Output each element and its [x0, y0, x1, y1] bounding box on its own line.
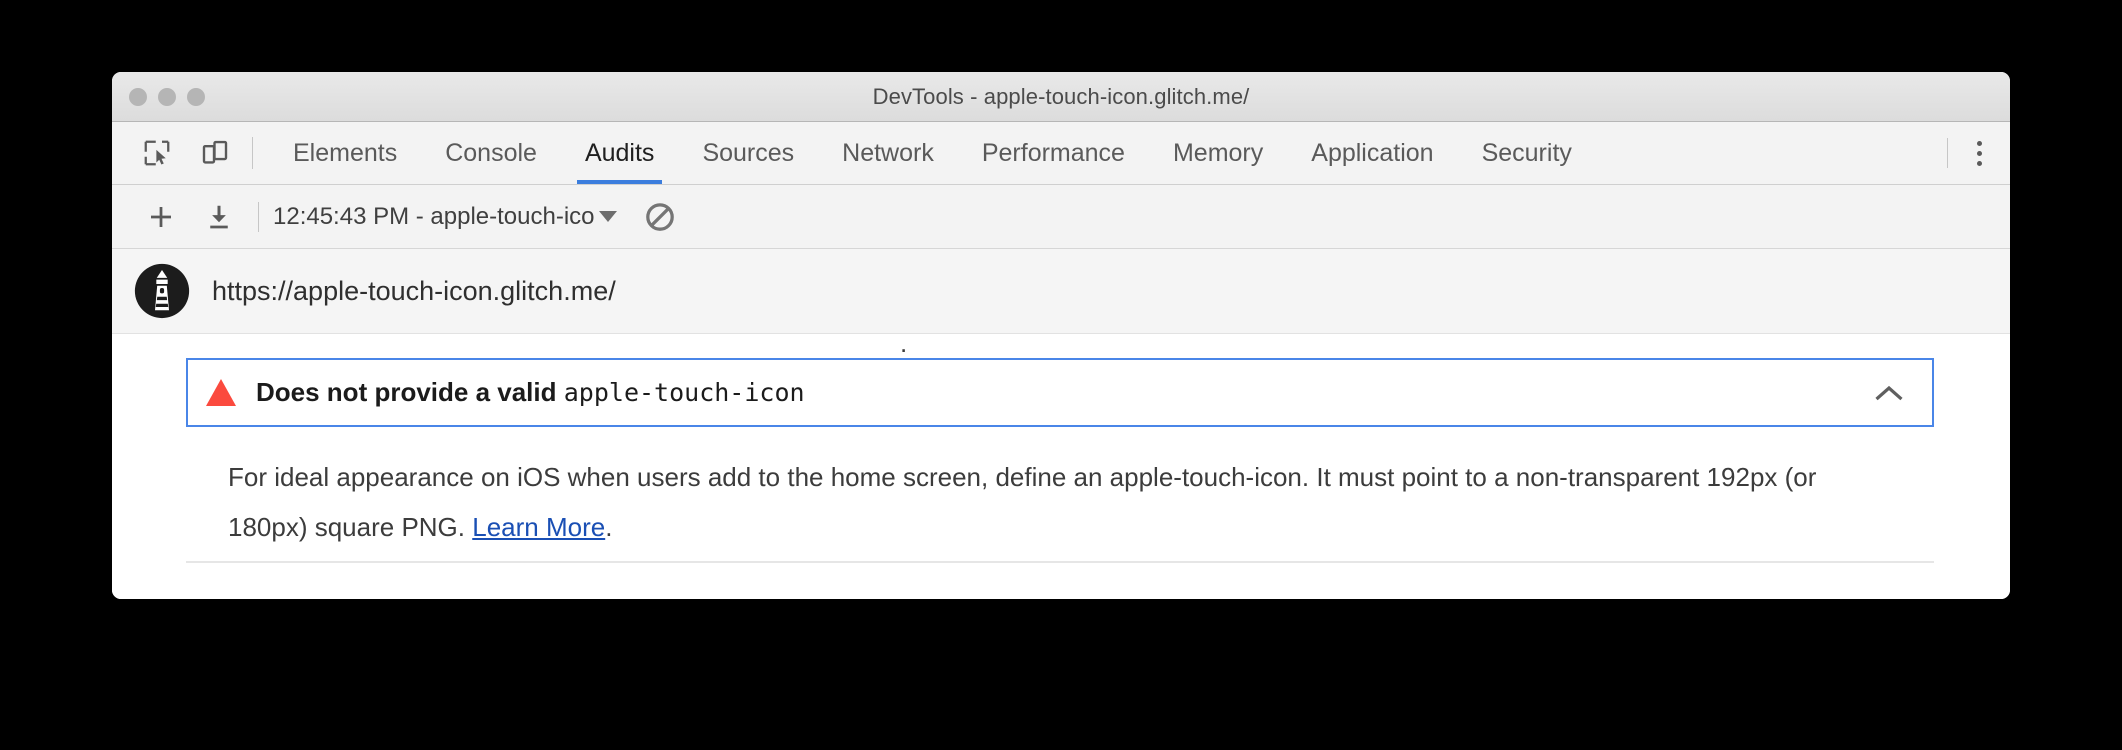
tab-memory[interactable]: Memory	[1149, 122, 1287, 184]
clipped-text-above: .	[900, 334, 908, 358]
tab-console[interactable]: Console	[421, 122, 561, 184]
inspect-element-icon	[144, 140, 170, 166]
more-options-button[interactable]	[1948, 122, 2010, 184]
tabstrip-divider	[252, 137, 253, 169]
new-audit-button[interactable]	[132, 185, 190, 248]
audit-report-body: . Does not provide a valid apple-touch-i…	[112, 334, 2010, 599]
more-options-icon	[1976, 140, 1982, 166]
window-titlebar: DevTools - apple-touch-icon.glitch.me/	[112, 72, 2010, 122]
lighthouse-icon	[134, 263, 190, 319]
download-icon	[210, 205, 228, 228]
report-url-row: https://apple-touch-icon.glitch.me/	[112, 249, 2010, 334]
tab-label: Application	[1311, 138, 1434, 167]
zoom-window-button[interactable]	[187, 87, 205, 106]
tab-sources[interactable]: Sources	[678, 122, 818, 184]
report-url: https://apple-touch-icon.glitch.me/	[212, 275, 616, 306]
audit-collapse-button[interactable]	[1874, 383, 1904, 403]
tab-label: Performance	[981, 138, 1125, 167]
chevron-down-icon	[598, 211, 617, 222]
warning-triangle-icon	[206, 379, 236, 406]
report-select-label: 12:45:43 PM - apple-touch-ico	[273, 202, 595, 230]
report-select[interactable]: 12:45:43 PM - apple-touch-ico	[273, 203, 617, 231]
audits-toolbar: 12:45:43 PM - apple-touch-ico	[112, 185, 2010, 249]
inspect-element-button[interactable]	[128, 122, 186, 184]
learn-more-link[interactable]: Learn More	[472, 512, 605, 542]
clear-all-button[interactable]	[643, 200, 677, 234]
tab-label: Network	[842, 138, 934, 167]
tabstrip-right-group	[1947, 122, 2010, 184]
audit-section-divider	[186, 561, 1934, 563]
audit-description-text: For ideal appearance on iOS when users a…	[228, 462, 1817, 542]
tab-performance[interactable]: Performance	[958, 122, 1149, 184]
audit-description-tail: .	[605, 512, 613, 542]
audit-item-title: Does not provide a valid apple-touch-ico…	[256, 377, 805, 408]
audit-item-description: For ideal appearance on iOS when users a…	[228, 452, 1833, 552]
tab-application[interactable]: Application	[1287, 122, 1457, 184]
clear-all-icon	[645, 202, 674, 231]
audit-title-text: Does not provide a valid	[256, 377, 564, 407]
tab-audits[interactable]: Audits	[561, 122, 678, 184]
tab-label: Audits	[584, 138, 655, 167]
tab-label: Console	[445, 138, 537, 167]
minimize-window-button[interactable]	[158, 87, 176, 106]
tab-label: Elements	[293, 138, 398, 167]
window-traffic-lights	[129, 72, 205, 121]
window-title: DevTools - apple-touch-icon.glitch.me/	[872, 83, 1250, 109]
close-window-button[interactable]	[129, 87, 147, 106]
tab-label: Sources	[702, 138, 795, 167]
chevron-up-icon	[1875, 385, 1903, 400]
tab-label: Memory	[1172, 138, 1264, 167]
device-toolbar-button[interactable]	[186, 122, 244, 184]
devtools-tabstrip: Elements Console Audits Sources Network …	[112, 122, 2010, 185]
tab-elements[interactable]: Elements	[269, 122, 421, 184]
export-report-button[interactable]	[190, 185, 248, 248]
tab-network[interactable]: Network	[818, 122, 958, 184]
audits-toolbar-divider	[258, 201, 259, 232]
plus-icon	[151, 206, 171, 227]
device-toolbar-icon	[202, 140, 228, 164]
audit-item-header[interactable]: Does not provide a valid apple-touch-ico…	[186, 358, 1934, 427]
tab-security[interactable]: Security	[1458, 122, 1596, 184]
devtools-window: DevTools - apple-touch-icon.glitch.me/ E…	[112, 72, 2010, 599]
tab-label: Security	[1481, 138, 1572, 167]
audit-title-code: apple-touch-icon	[563, 378, 805, 407]
